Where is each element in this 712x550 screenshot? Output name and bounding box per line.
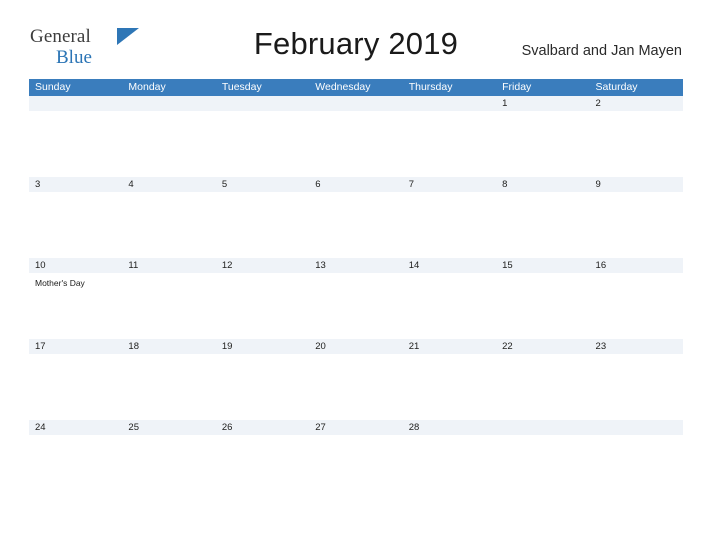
day-cell[interactable]: 25: [122, 420, 215, 501]
calendar-week-row: 1 2: [29, 96, 683, 177]
page-header: General Blue February 2019 Svalbard and …: [0, 0, 712, 68]
day-cell[interactable]: 10 Mother's Day: [29, 258, 122, 339]
day-cell[interactable]: 19: [216, 339, 309, 420]
day-cell[interactable]: 20: [309, 339, 402, 420]
day-cell[interactable]: 22: [496, 339, 589, 420]
day-cell[interactable]: 2: [590, 96, 683, 177]
day-cell[interactable]: [216, 96, 309, 177]
day-cell[interactable]: 5: [216, 177, 309, 258]
day-number: 2: [595, 98, 601, 109]
day-number: 11: [128, 260, 139, 271]
day-cell[interactable]: 9: [590, 177, 683, 258]
calendar-week-row: 10 Mother's Day 11 12 13 14 15 16: [29, 258, 683, 339]
day-number: 26: [221, 422, 233, 433]
day-number: 9: [595, 179, 601, 190]
day-number: 21: [408, 341, 420, 352]
day-cell[interactable]: 8: [496, 177, 589, 258]
day-number: 8: [502, 179, 508, 190]
day-number: 4: [128, 179, 134, 190]
day-number: 24: [35, 422, 46, 433]
day-number: 15: [502, 260, 513, 271]
day-cell[interactable]: 6: [309, 177, 402, 258]
calendar-page: General Blue February 2019 Svalbard and …: [0, 0, 712, 550]
day-cell[interactable]: 14: [403, 258, 496, 339]
weekday-monday: Monday: [128, 81, 166, 93]
day-number: 19: [221, 341, 233, 352]
day-cell[interactable]: 4: [122, 177, 215, 258]
weekday-header-row: Sunday Monday Tuesday Wednesday Thursday…: [29, 79, 683, 96]
day-number: 13: [315, 260, 326, 271]
day-cell[interactable]: 1: [496, 96, 589, 177]
day-cell[interactable]: 16: [590, 258, 683, 339]
weekday-tuesday: Tuesday: [221, 81, 262, 93]
day-cell[interactable]: 24: [29, 420, 122, 501]
day-cell[interactable]: 26: [216, 420, 309, 501]
day-number: 17: [35, 341, 46, 352]
day-number: 7: [408, 179, 414, 190]
day-number: 6: [315, 179, 321, 190]
day-cell[interactable]: 18: [122, 339, 215, 420]
day-cell[interactable]: 28: [403, 420, 496, 501]
day-number: 16: [595, 260, 607, 271]
weekday-thursday: Thursday: [408, 81, 453, 93]
day-cell[interactable]: 21: [403, 339, 496, 420]
day-number: 12: [221, 260, 233, 271]
day-number: 3: [35, 179, 41, 190]
day-cell[interactable]: [403, 96, 496, 177]
calendar-week-row: 24 25 26 27 28: [29, 420, 683, 501]
day-number: 20: [315, 341, 326, 352]
day-cell[interactable]: [29, 96, 122, 177]
day-number: 25: [128, 422, 139, 433]
weekday-friday: Friday: [502, 81, 532, 93]
calendar-week-row: 3 4 5 6 7 8 9: [29, 177, 683, 258]
day-cell[interactable]: 7: [403, 177, 496, 258]
weekday-wednesday: Wednesday: [315, 81, 371, 93]
weekday-saturday: Saturday: [595, 81, 638, 93]
day-cell[interactable]: [309, 96, 402, 177]
day-cell[interactable]: [590, 420, 683, 501]
day-cell[interactable]: [496, 420, 589, 501]
day-number: 28: [408, 422, 420, 433]
day-number: 10: [35, 260, 46, 271]
day-number: 18: [128, 341, 139, 352]
day-event: Mother's Day: [35, 278, 85, 288]
calendar-week-row: 17 18 19 20 21 22 23: [29, 339, 683, 420]
day-cell[interactable]: 12: [216, 258, 309, 339]
day-number: 27: [315, 422, 326, 433]
region-label: Svalbard and Jan Mayen: [521, 43, 682, 59]
day-number: 14: [408, 260, 420, 271]
day-cell[interactable]: 23: [590, 339, 683, 420]
calendar-grid: Sunday Monday Tuesday Wednesday Thursday…: [29, 79, 683, 501]
day-number: 22: [502, 341, 513, 352]
day-number: 1: [502, 98, 508, 109]
day-number: 23: [595, 341, 607, 352]
day-cell[interactable]: 13: [309, 258, 402, 339]
day-cell[interactable]: 17: [29, 339, 122, 420]
day-cell[interactable]: 3: [29, 177, 122, 258]
day-cell[interactable]: [122, 96, 215, 177]
weekday-sunday: Sunday: [35, 81, 71, 93]
day-cell[interactable]: 27: [309, 420, 402, 501]
day-cell[interactable]: 11: [122, 258, 215, 339]
day-cell[interactable]: 15: [496, 258, 589, 339]
day-number: 5: [221, 179, 228, 190]
